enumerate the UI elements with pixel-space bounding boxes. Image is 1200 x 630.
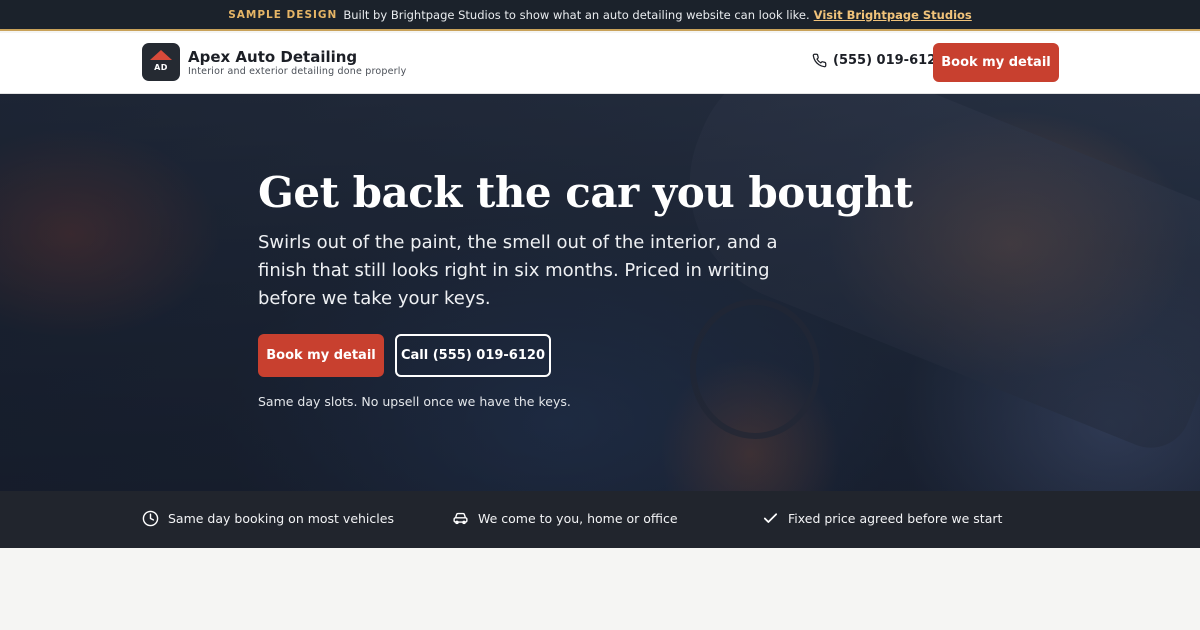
checkmark-icon xyxy=(763,513,778,523)
features-bar: Same day booking on most vehicles We com… xyxy=(0,491,1200,548)
page-content-area xyxy=(0,548,1200,630)
sample-design-banner: SAMPLE DESIGN Built by Brightpage Studio… xyxy=(0,0,1200,31)
feature-fixed-price: Fixed price agreed before we start xyxy=(762,510,1002,527)
hero-subtitle: Swirls out of the paint, the smell out o… xyxy=(258,232,778,309)
feature-label: Fixed price agreed before we start xyxy=(788,511,1003,526)
feature-same-day: Same day booking on most vehicles xyxy=(142,510,394,527)
hero-title: Get back the car you bought xyxy=(258,168,913,217)
clock-icon xyxy=(142,510,159,527)
hero-call-button[interactable]: Call (555) 019-6120 xyxy=(395,334,551,377)
hero-note: Same day slots. No upsell once we have t… xyxy=(258,394,571,409)
feature-label: Same day booking on most vehicles xyxy=(168,511,394,526)
header-book-button[interactable]: Book my detail xyxy=(933,43,1059,82)
banner-text: Built by Brightpage Studios to show what… xyxy=(343,7,810,22)
car-icon xyxy=(453,512,468,525)
hero-section: Get back the car you bought Swirls out o… xyxy=(0,94,1200,491)
visit-brightpage-link[interactable]: Visit Brightpage Studios xyxy=(814,8,972,22)
logo-initials: AD xyxy=(154,63,168,72)
site-header: AD Apex Auto Detailing Interior and exte… xyxy=(0,33,1200,94)
logo[interactable]: AD xyxy=(142,43,180,81)
hero-book-button[interactable]: Book my detail xyxy=(258,334,384,377)
phone-icon xyxy=(812,53,827,68)
feature-label: We come to you, home or office xyxy=(478,511,678,526)
feature-mobile-service: We come to you, home or office xyxy=(452,510,678,527)
header-phone-link[interactable]: (555) 019-6120 xyxy=(812,53,945,68)
sample-design-tag: SAMPLE DESIGN xyxy=(228,8,338,21)
brand-tagline: Interior and exterior detailing done pro… xyxy=(188,66,407,77)
header-phone-number: (555) 019-6120 xyxy=(833,53,946,68)
brand-name[interactable]: Apex Auto Detailing xyxy=(188,48,357,66)
roof-icon xyxy=(150,50,172,60)
